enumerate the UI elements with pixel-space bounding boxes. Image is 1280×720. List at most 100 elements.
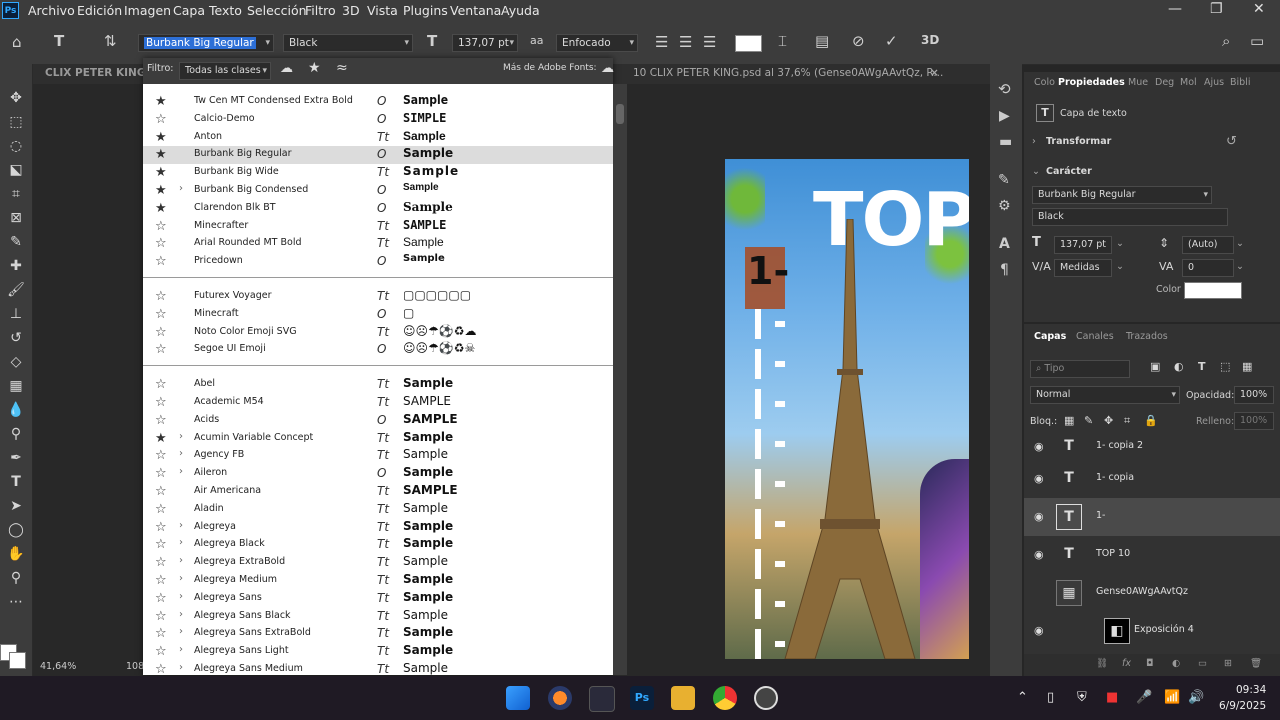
favorite-star-icon[interactable]: ☆ <box>155 112 167 127</box>
layer-filter-search[interactable]: ⌕ Tipo <box>1030 360 1130 378</box>
wifi-icon[interactable]: 📶 <box>1164 690 1180 705</box>
type-tool-icon[interactable]: T <box>54 32 64 50</box>
lock-transparent-icon[interactable]: ▦ <box>1064 414 1074 427</box>
home-icon[interactable]: ⌂ <box>12 33 22 51</box>
chevron-down-icon[interactable]: ⌄ <box>1236 238 1244 249</box>
layer-name[interactable]: TOP 10 <box>1096 548 1130 559</box>
font-size-select[interactable]: 137,07 pt ▾ <box>452 34 518 52</box>
device-icon[interactable]: ▯ <box>1047 690 1054 705</box>
brush-tool-icon[interactable]: 🖌 <box>6 282 26 298</box>
hand-tool-icon[interactable]: ✋ <box>6 546 26 562</box>
favorite-star-icon[interactable]: ☆ <box>155 609 167 624</box>
favorites-star-icon[interactable]: ★ <box>308 60 321 76</box>
visibility-eye-icon[interactable]: ◉ <box>1034 510 1044 523</box>
pen-tool-icon[interactable]: ✒ <box>6 450 26 466</box>
favorite-star-icon[interactable]: ★ <box>155 147 167 162</box>
font-list-item[interactable]: ☆ › Alegreya Black Tt Sample <box>143 536 613 554</box>
favorite-star-icon[interactable]: ☆ <box>155 254 167 269</box>
character-panel-icon[interactable]: A <box>999 236 1010 252</box>
filter-class-select[interactable]: Todas las clases ▾ <box>179 62 271 80</box>
marquee-tool-icon[interactable]: ⬚ <box>6 114 26 130</box>
3d-icon[interactable]: 3D <box>921 33 939 47</box>
cloud-fonts-icon[interactable]: ☁ <box>280 61 293 76</box>
visibility-eye-icon[interactable]: ◉ <box>1034 624 1044 637</box>
tab-layers[interactable]: Capas <box>1034 331 1066 342</box>
layer-name[interactable]: 1- <box>1096 510 1105 521</box>
font-list-item[interactable]: ☆ Aladin Tt Sample <box>143 501 613 519</box>
brush-settings-icon[interactable]: ✎ <box>998 172 1010 188</box>
maximize-icon[interactable]: ❐ <box>1210 1 1223 17</box>
font-list-item[interactable]: ☆ › Alegreya ExtraBold Tt Sample <box>143 554 613 572</box>
font-list-item[interactable]: ☆ Noto Color Emoji SVG Tt ☺☹☂⚽♻☁ <box>143 324 613 342</box>
favorite-star-icon[interactable]: ☆ <box>155 484 167 499</box>
delete-layer-icon[interactable]: 🗑 <box>1250 658 1262 669</box>
blur-tool-icon[interactable]: 💧 <box>6 402 26 418</box>
frame-tool-icon[interactable]: ⊠ <box>6 210 26 226</box>
tab-color[interactable]: Colo <box>1034 77 1055 88</box>
history-brush-icon[interactable]: ↺ <box>6 330 26 346</box>
font-family-value[interactable]: Burbank Big Regular <box>144 37 256 49</box>
layer-name[interactable]: Exposición 4 <box>1134 624 1194 635</box>
group-folder-icon[interactable]: ▭ <box>1198 658 1207 669</box>
blender-icon[interactable] <box>548 686 572 710</box>
expand-chevron-icon[interactable]: › <box>179 609 183 620</box>
collapse-chevron-icon[interactable]: ⌄ <box>1032 166 1040 177</box>
favorite-star-icon[interactable]: ★ <box>155 130 167 145</box>
move-tool-icon[interactable]: ✥ <box>6 90 26 106</box>
visibility-eye-icon[interactable]: ◉ <box>1034 548 1044 561</box>
pdf-app-icon[interactable]: ■ <box>1106 690 1118 705</box>
expand-chevron-icon[interactable]: › <box>179 431 183 442</box>
props-size-field[interactable]: 137,07 pt <box>1054 236 1112 254</box>
object-selection-icon[interactable]: ⬕ <box>6 162 26 178</box>
healing-brush-icon[interactable]: ✚ <box>6 258 26 274</box>
favorite-star-icon[interactable]: ☆ <box>155 236 167 251</box>
antialias-select[interactable]: Enfocado ▾ <box>556 34 638 52</box>
filter-shape-icon[interactable]: ⬚ <box>1220 360 1230 373</box>
expand-chevron-icon[interactable]: › <box>179 644 183 655</box>
favorite-star-icon[interactable]: ☆ <box>155 289 167 304</box>
chevron-down-icon[interactable]: ⌄ <box>1236 261 1244 272</box>
font-list-item[interactable]: ☆ › Alegreya Sans Light Tt Sample <box>143 643 613 661</box>
gradient-tool-icon[interactable]: ▦ <box>6 378 26 394</box>
props-tracking-field[interactable]: 0 <box>1182 259 1234 277</box>
font-list-item[interactable]: ★ › Burbank Big Condensed O Sample <box>143 182 613 200</box>
search-icon[interactable]: ⌕ <box>1222 32 1230 50</box>
font-list-item[interactable]: ☆ › Alegreya Sans Black Tt Sample <box>143 608 613 626</box>
character-section-title[interactable]: Carácter <box>1046 166 1092 177</box>
menu-vista[interactable]: Vista <box>367 3 398 18</box>
type-tool-icon[interactable]: T <box>6 474 26 490</box>
align-center-icon[interactable]: ☰ <box>679 33 692 51</box>
stamp-tool-icon[interactable]: ⊥ <box>6 306 26 322</box>
font-list-item[interactable]: ☆ Pricedown O Sample <box>143 253 613 271</box>
add-mask-icon[interactable]: ◘ <box>1146 658 1154 669</box>
expand-chevron-icon[interactable]: › <box>179 626 183 637</box>
favorite-star-icon[interactable]: ☆ <box>155 626 167 641</box>
expand-chevron-icon[interactable]: › <box>179 537 183 548</box>
favorite-star-icon[interactable]: ☆ <box>155 325 167 340</box>
dodge-tool-icon[interactable]: ⚲ <box>6 426 26 442</box>
minimize-icon[interactable]: — <box>1168 1 1182 17</box>
favorite-star-icon[interactable]: ☆ <box>155 555 167 570</box>
favorite-star-icon[interactable]: ★ <box>155 165 167 180</box>
font-list-item[interactable]: ☆ Abel Tt Sample <box>143 376 613 394</box>
expand-chevron-icon[interactable]: › <box>1032 136 1036 147</box>
favorite-star-icon[interactable]: ☆ <box>155 537 167 552</box>
font-list-scrollbar[interactable] <box>613 84 627 675</box>
visibility-eye-icon[interactable]: ◉ <box>1034 472 1044 485</box>
font-list-item[interactable]: ☆ Air Americana Tt SAMPLE <box>143 483 613 501</box>
chrome-icon[interactable] <box>713 686 737 710</box>
font-list-item[interactable]: ☆ Acids O SAMPLE <box>143 412 613 430</box>
font-list-item[interactable]: ★ Burbank Big Wide Tt Sample <box>143 164 613 182</box>
favorite-star-icon[interactable]: ☆ <box>155 573 167 588</box>
paragraph-panel-icon[interactable]: ¶ <box>1000 262 1009 278</box>
ellipse-tool-icon[interactable]: ◯ <box>6 522 26 538</box>
font-list-item[interactable]: ☆ Calcio-Demo O SIMPLE <box>143 111 613 129</box>
workspace-icon[interactable]: ▭ <box>1250 32 1264 50</box>
file-explorer-icon[interactable] <box>671 686 695 710</box>
warp-text-icon[interactable]: ⌶ <box>778 32 787 50</box>
font-list-item[interactable]: ☆ Futurex Voyager Tt ▢▢▢▢▢▢ <box>143 288 613 306</box>
font-list-item[interactable]: ☆ › Alegreya Sans Tt Sample <box>143 590 613 608</box>
favorite-star-icon[interactable]: ☆ <box>155 307 167 322</box>
font-list-item[interactable]: ☆ › Agency FB Tt Sample <box>143 447 613 465</box>
font-list-item[interactable]: ★ › Acumin Variable Concept Tt Sample <box>143 430 613 448</box>
